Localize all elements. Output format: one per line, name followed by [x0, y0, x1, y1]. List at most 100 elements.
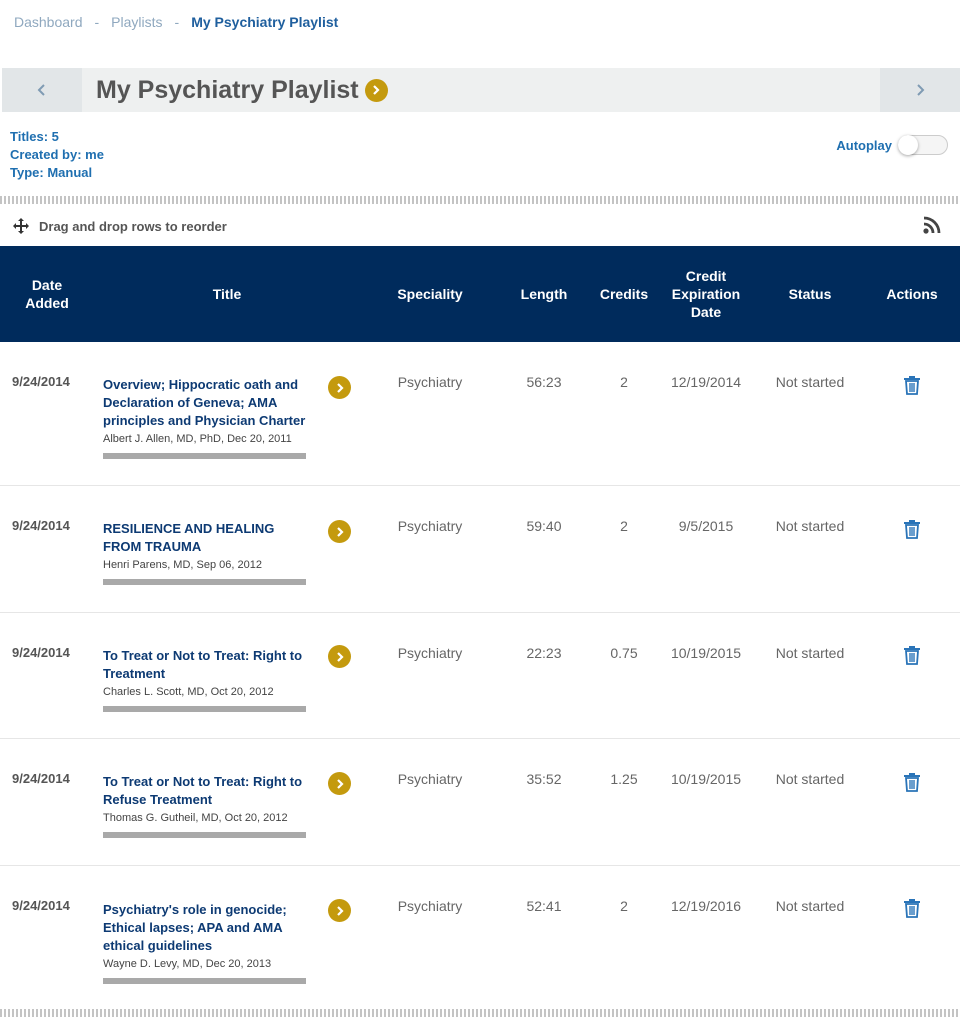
row-status: Not started — [775, 645, 845, 661]
row-credits: 2 — [620, 374, 628, 390]
row-status: Not started — [775, 898, 845, 914]
previous-playlist-button[interactable] — [2, 68, 82, 112]
row-credits: 1.25 — [610, 771, 638, 787]
row-status: Not started — [775, 518, 845, 534]
row-play-button[interactable] — [328, 772, 351, 795]
row-expiration: 10/19/2015 — [670, 771, 742, 787]
row-expiration: 12/19/2016 — [670, 898, 742, 914]
column-title: Title — [212, 286, 242, 302]
trash-icon[interactable] — [903, 375, 921, 395]
row-play-button[interactable] — [328, 899, 351, 922]
reorder-hint-text: Drag and drop rows to reorder — [39, 218, 227, 234]
row-speciality: Psychiatry — [397, 898, 463, 914]
row-title-link[interactable]: Overview; Hippocratic oath and Declarati… — [103, 376, 313, 430]
chevron-right-icon — [336, 651, 344, 662]
chevron-left-icon — [37, 84, 45, 96]
autoplay-label: Autoplay — [836, 137, 892, 153]
table-row[interactable]: 9/24/2014 To Treat or Not to Treat: Righ… — [0, 613, 960, 739]
column-date-added: Date Added — [25, 277, 69, 311]
divider — [0, 1009, 960, 1017]
page-title: My Psychiatry Playlist — [96, 76, 388, 105]
column-speciality: Speciality — [397, 286, 463, 302]
row-credits: 0.75 — [610, 645, 638, 661]
column-credit-expiration: Credit Expiration Date — [671, 268, 741, 320]
row-length: 56:23 — [526, 374, 562, 390]
playlist-meta: Titles: 5 Created by: me Type: Manual — [10, 128, 104, 182]
row-expiration: 10/19/2015 — [670, 645, 742, 661]
row-title-link[interactable]: Psychiatry's role in genocide; Ethical l… — [103, 901, 313, 955]
row-play-button[interactable] — [328, 520, 351, 543]
table-row[interactable]: 9/24/2014 Overview; Hippocratic oath and… — [0, 342, 960, 486]
row-expiration: 9/5/2015 — [678, 518, 734, 534]
row-play-button[interactable] — [328, 376, 351, 399]
autoplay-control: Autoplay — [836, 135, 948, 155]
row-title-block: To Treat or Not to Treat: Right to Refus… — [103, 773, 313, 838]
row-date: 9/24/2014 — [12, 518, 70, 533]
chevron-right-icon — [336, 778, 344, 789]
row-date: 9/24/2014 — [12, 771, 70, 786]
row-length: 59:40 — [526, 518, 562, 534]
row-length: 35:52 — [526, 771, 562, 787]
row-title-link[interactable]: To Treat or Not to Treat: Right to Treat… — [103, 647, 313, 683]
chevron-right-icon — [336, 905, 344, 916]
row-speciality: Psychiatry — [397, 771, 463, 787]
row-author: Albert J. Allen, MD, PhD, Dec 20, 2011 — [103, 433, 292, 445]
row-length: 52:41 — [526, 898, 562, 914]
chevron-right-icon — [373, 85, 380, 95]
row-author: Wayne D. Levy, MD, Dec 20, 2013 — [103, 958, 272, 970]
breadcrumb-separator: - — [94, 14, 100, 30]
next-playlist-button[interactable] — [880, 68, 960, 112]
breadcrumb-dashboard[interactable]: Dashboard — [14, 14, 83, 30]
page-title-text: My Psychiatry Playlist — [96, 75, 359, 104]
row-date: 9/24/2014 — [12, 898, 70, 913]
row-status: Not started — [775, 374, 845, 390]
row-title-block: Psychiatry's role in genocide; Ethical l… — [103, 901, 313, 984]
reorder-hint: Drag and drop rows to reorder — [12, 217, 227, 235]
row-credits: 2 — [620, 898, 628, 914]
row-status: Not started — [775, 771, 845, 787]
row-speciality: Psychiatry — [397, 645, 463, 661]
row-title-block: To Treat or Not to Treat: Right to Treat… — [103, 647, 313, 712]
table-header: Date Added Title Speciality Length Credi… — [0, 246, 960, 342]
row-length: 22:23 — [526, 645, 562, 661]
row-author: Thomas G. Gutheil, MD, Oct 20, 2012 — [103, 812, 288, 824]
rss-feed-icon[interactable] — [922, 215, 942, 235]
row-progress-bar — [103, 453, 306, 459]
trash-icon[interactable] — [903, 519, 921, 539]
table-row[interactable]: 9/24/2014 Psychiatry's role in genocide;… — [0, 866, 960, 1008]
row-progress-bar — [103, 579, 306, 585]
row-progress-bar — [103, 832, 306, 838]
trash-icon[interactable] — [903, 898, 921, 918]
row-progress-bar — [103, 706, 306, 712]
row-credits: 2 — [620, 518, 628, 534]
trash-icon[interactable] — [903, 645, 921, 665]
column-credits: Credits — [599, 286, 649, 302]
row-title-link[interactable]: To Treat or Not to Treat: Right to Refus… — [103, 773, 313, 809]
titles-count: Titles: 5 — [10, 129, 59, 144]
playlist-type: Type: Manual — [10, 165, 93, 180]
column-status: Status — [788, 286, 832, 302]
table-row[interactable]: 9/24/2014 RESILIENCE AND HEALING FROM TR… — [0, 486, 960, 613]
chevron-right-icon — [336, 382, 344, 393]
trash-icon[interactable] — [903, 772, 921, 792]
move-arrows-icon — [13, 218, 29, 234]
column-actions: Actions — [886, 286, 938, 302]
row-title-block: RESILIENCE AND HEALING FROM TRAUMA Henri… — [103, 520, 313, 585]
table-row[interactable]: 9/24/2014 To Treat or Not to Treat: Righ… — [0, 739, 960, 866]
row-date: 9/24/2014 — [12, 645, 70, 660]
row-progress-bar — [103, 978, 306, 984]
row-speciality: Psychiatry — [397, 374, 463, 390]
row-speciality: Psychiatry — [397, 518, 463, 534]
created-by: Created by: me — [10, 147, 104, 162]
autoplay-toggle[interactable] — [898, 135, 948, 155]
column-length: Length — [520, 286, 568, 302]
breadcrumb: Dashboard - Playlists - My Psychiatry Pl… — [14, 14, 338, 30]
row-title-link[interactable]: RESILIENCE AND HEALING FROM TRAUMA — [103, 520, 313, 556]
play-playlist-button[interactable] — [364, 78, 388, 102]
row-play-button[interactable] — [328, 645, 351, 668]
breadcrumb-current: My Psychiatry Playlist — [191, 14, 339, 30]
breadcrumb-playlists[interactable]: Playlists — [111, 14, 162, 30]
row-expiration: 12/19/2014 — [670, 374, 742, 390]
row-date: 9/24/2014 — [12, 374, 70, 389]
row-title-block: Overview; Hippocratic oath and Declarati… — [103, 376, 313, 459]
